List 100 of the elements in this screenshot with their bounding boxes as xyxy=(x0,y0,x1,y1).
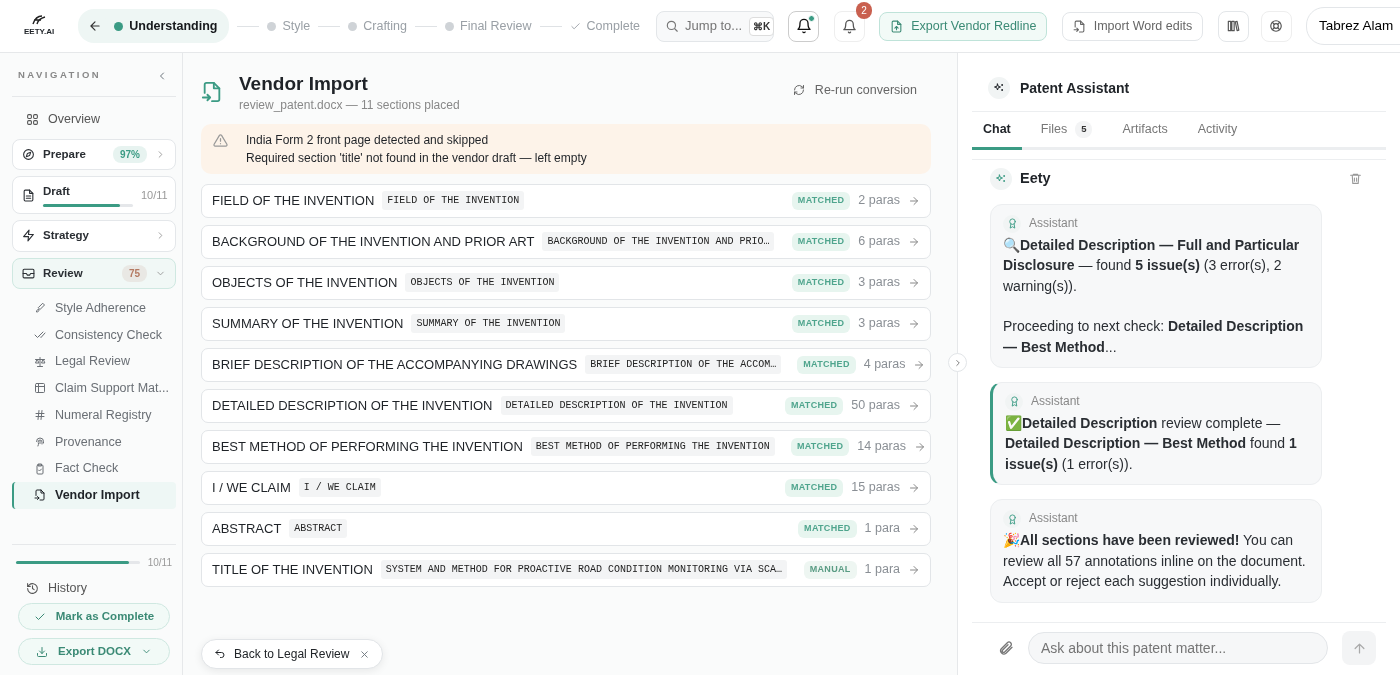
logo-text: EETY.AI xyxy=(24,26,55,38)
rerun-button[interactable]: Re-run conversion xyxy=(778,77,931,104)
status-badge: MATCHED xyxy=(798,520,857,538)
message-text: 🔍Detailed Description — Full and Particular Disclosure — found 5 issue(s) (3 error(s), 2 warning(s)). xyxy=(1003,235,1301,296)
group-label: Draft xyxy=(43,184,71,199)
section-row[interactable]: OBJECTS OF THE INVENTION OBJECTS OF THE INVENTION MATCHED 3 paras xyxy=(201,265,931,300)
section-heading: FIELD OF THE INVENTION xyxy=(212,192,375,211)
chat-input[interactable]: Ask about this patent matter... xyxy=(1028,632,1328,664)
section-row[interactable]: TITLE OF THE INVENTION SYSTEM AND METHOD FOR PROACTIVE ROAD CONDITION MONITORING VIA SCA… MANUAL 1 para xyxy=(201,552,931,587)
nav-item[interactable]: Numeral Registry xyxy=(12,401,176,429)
section-heading: DETAILED DESCRIPTION OF THE INVENTION xyxy=(212,397,493,416)
status-badge: MATCHED xyxy=(791,274,851,292)
user-menu-button[interactable]: Tabrez Alam xyxy=(1305,7,1400,45)
group-label: Strategy xyxy=(43,229,90,242)
message-text: ✅Detailed Description review complete — Detailed Description — Best Method found 1 issue(s) (1 error(s)). xyxy=(1005,413,1298,474)
count-badge: 2 xyxy=(856,1,872,19)
message-role: Assistant xyxy=(1029,215,1078,232)
paragraph-count: 6 paras xyxy=(858,233,900,251)
source-heading: ABSTRACT xyxy=(289,519,348,539)
group-label: Prepare xyxy=(43,147,86,160)
nav-item[interactable]: Claim Support Mat... xyxy=(12,375,176,402)
step-label: Crafting xyxy=(363,17,407,35)
source-heading: SYSTEM AND METHOD FOR PROACTIVE ROAD CONDITION MONITORING VIA SCA… xyxy=(380,560,787,580)
warning-text: Required section 'title' not found in the vendor draft — left empty xyxy=(246,149,587,167)
step-label: Style xyxy=(282,17,311,35)
nav-group[interactable]: Review 75 xyxy=(12,257,176,289)
paragraph-count: 14 paras xyxy=(857,438,906,456)
page-subtitle: review_patent.docx — 11 sections placed xyxy=(239,96,461,114)
nav-group[interactable]: Prepare 97% xyxy=(12,138,176,170)
warning-text: India Form 2 front page detected and skipped xyxy=(246,131,490,149)
step-label: Understanding xyxy=(129,17,218,35)
export-redline-button[interactable]: Export Vendor Redline xyxy=(879,11,1048,41)
status-badge: MATCHED xyxy=(791,192,851,210)
search-bar[interactable]: Jump to... ⌘K xyxy=(656,10,775,42)
panel-title: Patent Assistant xyxy=(1020,78,1130,98)
paragraph-count: 1 para xyxy=(864,520,900,538)
section-heading: TITLE OF THE INVENTION xyxy=(212,561,373,580)
source-heading: SUMMARY OF THE INVENTION xyxy=(411,314,566,334)
shortcut-key: ⌘K xyxy=(749,16,775,36)
section-row[interactable]: BACKGROUND OF THE INVENTION AND PRIOR ART BACKGROUND OF THE INVENTION AND PRIO… MATCHED 6 paras xyxy=(201,224,931,259)
section-row[interactable]: BEST METHOD OF PERFORMING THE INVENTION BEST METHOD OF PERFORMING THE INVENTION MATCHED 14 paras xyxy=(201,429,931,464)
nav-item[interactable]: Style Adherence xyxy=(12,294,176,322)
paragraph-count: 15 paras xyxy=(851,479,900,497)
message-role: Assistant xyxy=(1031,393,1080,411)
page-title: Vendor Import xyxy=(239,73,369,96)
status-badge: MATCHED xyxy=(791,315,851,333)
status-badge: MATCHED xyxy=(784,397,844,415)
message-role: Assistant xyxy=(1029,510,1078,528)
import-edits-button[interactable]: Import Word edits xyxy=(1061,11,1204,41)
source-heading: I / WE CLAIM xyxy=(298,478,381,498)
nav-link[interactable]: Overview xyxy=(12,105,176,134)
tab[interactable]: Artifacts xyxy=(1111,112,1179,150)
nav-group[interactable]: Strategy xyxy=(12,220,176,252)
status-badge: MATCHED xyxy=(790,438,850,456)
count-badge: 97% xyxy=(113,145,147,163)
section-row[interactable]: SUMMARY OF THE INVENTION SUMMARY OF THE INVENTION MATCHED 3 paras xyxy=(201,306,931,341)
tab[interactable]: Chat xyxy=(972,112,1022,150)
nav-item[interactable]: Legal Review xyxy=(12,348,176,375)
source-heading: BEST METHOD OF PERFORMING THE INVENTION xyxy=(530,437,775,457)
nav-group[interactable]: Draft 10/11 xyxy=(12,176,176,215)
export-docx-button[interactable]: Export DOCX xyxy=(18,638,170,665)
section-heading: BEST METHOD OF PERFORMING THE INVENTION xyxy=(212,438,523,457)
source-heading: FIELD OF THE INVENTION xyxy=(382,191,525,211)
section-row[interactable]: ABSTRACT ABSTRACT MATCHED 1 para xyxy=(201,511,931,546)
paragraph-count: 50 paras xyxy=(851,397,900,415)
paragraph-count: 4 paras xyxy=(863,356,906,374)
back-link[interactable]: Back to Legal Review xyxy=(214,645,350,663)
section-row[interactable]: DETAILED DESCRIPTION OF THE INVENTION DETAILED DESCRIPTION OF THE INVENTION MATCHED 50 paras xyxy=(201,388,931,423)
step-label: Final Review xyxy=(460,17,532,35)
section-heading: ABSTRACT xyxy=(212,520,282,539)
nav-item[interactable]: Vendor Import xyxy=(12,482,176,509)
nav-item[interactable]: Fact Check xyxy=(12,455,176,482)
mark-complete-button[interactable]: Mark as Complete xyxy=(18,603,170,630)
section-heading: OBJECTS OF THE INVENTION xyxy=(212,274,398,293)
paragraph-count: 1 para xyxy=(864,561,900,579)
paragraph-count: 3 paras xyxy=(858,315,900,333)
chat-title: Eety xyxy=(1020,168,1052,188)
status-badge: MATCHED xyxy=(784,479,844,497)
message-text: 🎉All sections have been reviewed! You can review all 57 annotations inline on the document. Accept or reject each suggestion individually. xyxy=(1003,531,1307,592)
source-heading: BACKGROUND OF THE INVENTION AND PRIO… xyxy=(542,232,775,252)
paragraph-count: 2 paras xyxy=(858,192,900,210)
count-badge: 5 xyxy=(1075,121,1093,138)
step-item[interactable]: Understanding xyxy=(78,9,230,43)
source-heading: BRIEF DESCRIPTION OF THE ACCOM… xyxy=(585,355,782,375)
source-heading: DETAILED DESCRIPTION OF THE INVENTION xyxy=(500,396,733,416)
message-text: Proceeding to next check: Detailed Description — Best Method... xyxy=(1003,317,1305,357)
section-row[interactable]: FIELD OF THE INVENTION FIELD OF THE INVENTION MATCHED 2 paras xyxy=(201,183,931,218)
paragraph-count: 3 paras xyxy=(858,274,900,292)
history-link[interactable]: History xyxy=(12,574,176,603)
section-row[interactable]: I / WE CLAIM I / WE CLAIM MATCHED 15 paras xyxy=(201,470,931,505)
status-badge: MANUAL xyxy=(803,561,857,579)
nav-item[interactable]: Provenance xyxy=(12,428,176,456)
progress-count: 10/11 xyxy=(147,556,172,571)
section-heading: BRIEF DESCRIPTION OF THE ACCOMPANYING DRAWINGS xyxy=(212,356,578,375)
tab[interactable]: Activity xyxy=(1186,112,1249,150)
source-heading: OBJECTS OF THE INVENTION xyxy=(405,273,560,293)
nav-item[interactable]: Consistency Check xyxy=(12,321,176,349)
search-input[interactable]: Jump to... xyxy=(685,16,744,36)
tab[interactable]: Files 5 xyxy=(1029,112,1104,150)
section-row[interactable]: BRIEF DESCRIPTION OF THE ACCOMPANYING DRAWINGS BRIEF DESCRIPTION OF THE ACCOM… MATCHED 4 paras xyxy=(201,347,931,382)
